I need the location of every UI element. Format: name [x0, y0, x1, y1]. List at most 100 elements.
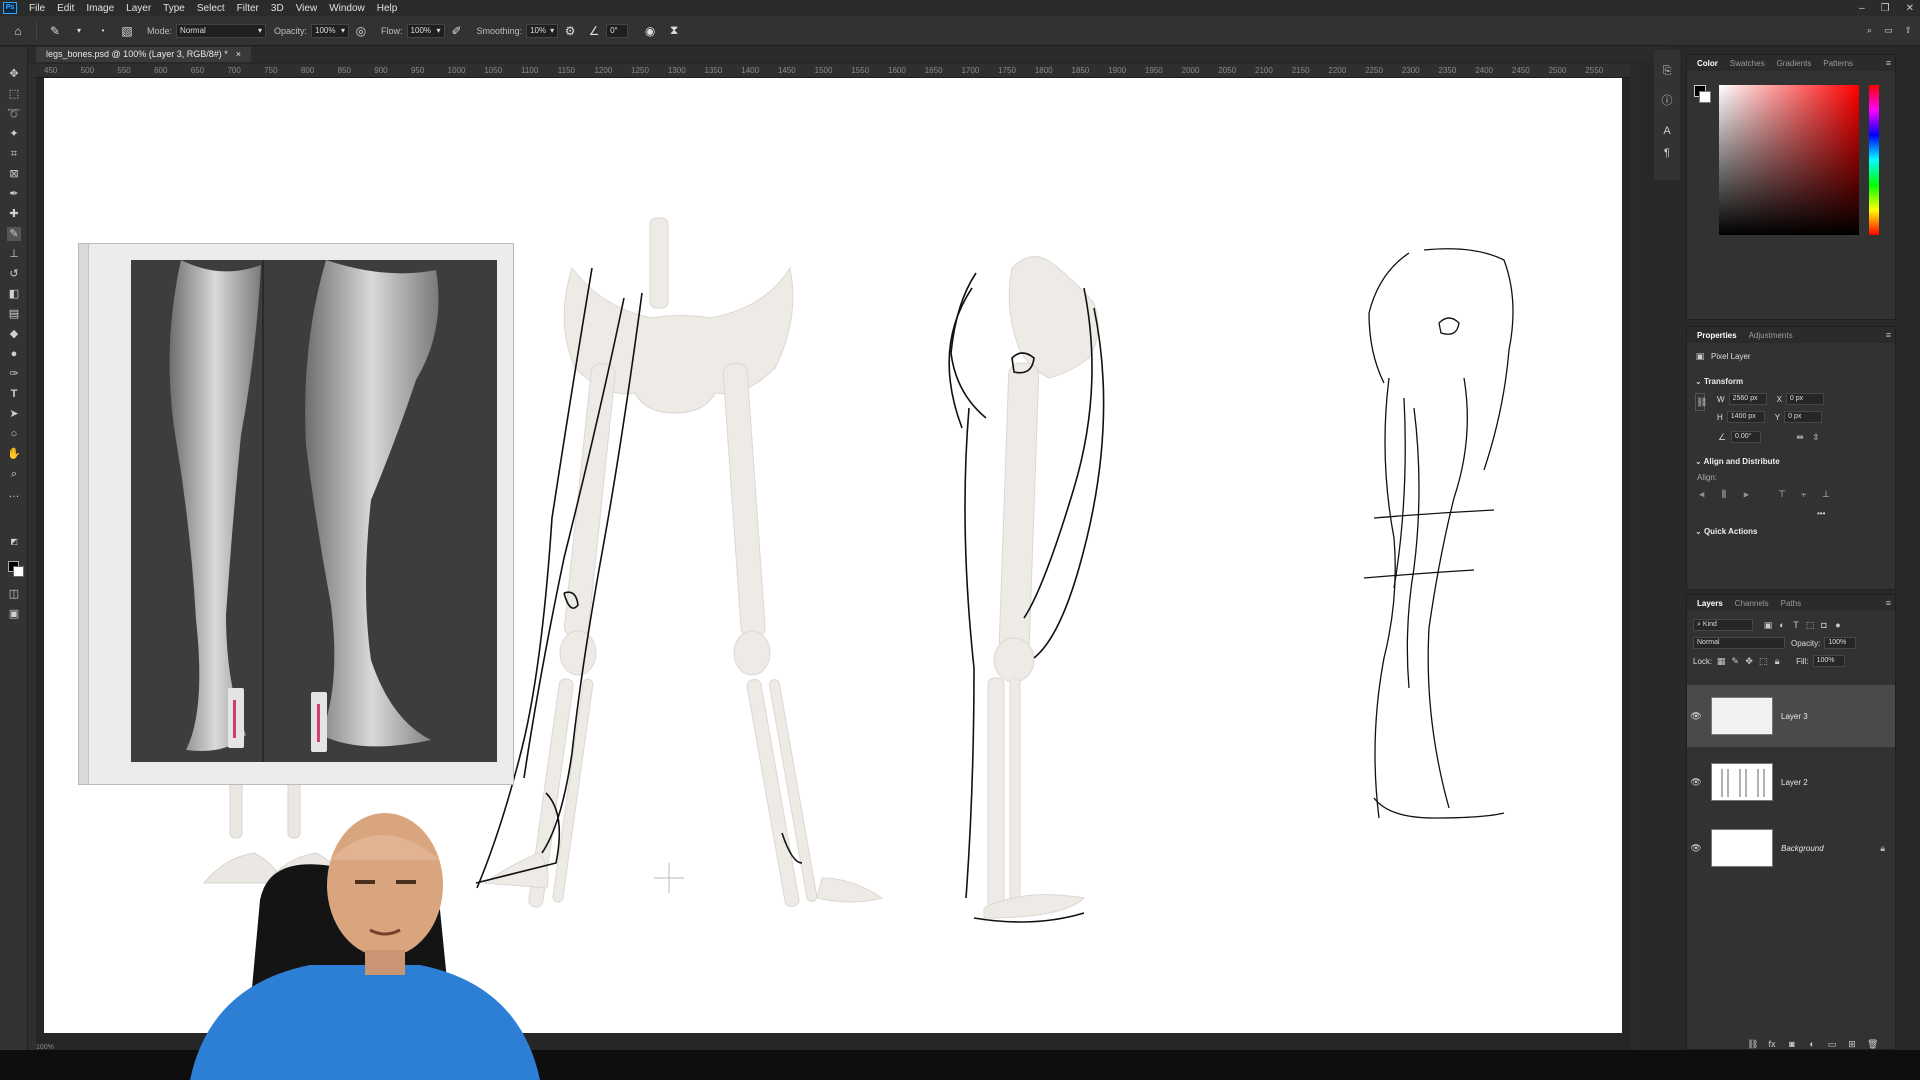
layer-name[interactable]: Layer 3: [1781, 712, 1808, 721]
panel-menu-icon[interactable]: ≡: [1886, 58, 1891, 68]
filter-shape-icon[interactable]: ⬚: [1805, 620, 1815, 630]
lock-all-icon[interactable]: 🔒︎: [1772, 656, 1782, 666]
brush-settings-icon[interactable]: ▧: [119, 23, 135, 39]
layer-opacity-field[interactable]: 100%: [1824, 637, 1857, 649]
document-tab[interactable]: legs_bones.psd @ 100% (Layer 3, RGB/8#) …: [36, 47, 252, 62]
stamp-tool-icon[interactable]: ⊥: [7, 247, 21, 261]
brush-icon[interactable]: ✎: [47, 23, 63, 39]
search-icon[interactable]: ⌕: [1867, 25, 1872, 36]
chevron-down-icon[interactable]: ▾: [71, 23, 87, 39]
minimize-icon[interactable]: –: [1859, 3, 1865, 14]
gear-icon[interactable]: ⚙: [562, 23, 578, 39]
brush-size-icon[interactable]: •: [95, 23, 111, 39]
symmetry-icon[interactable]: ⧗: [666, 23, 682, 39]
layer-name[interactable]: Layer 2: [1781, 778, 1808, 787]
layer-row[interactable]: 👁︎ Background 🔒︎: [1687, 817, 1895, 879]
menu-view[interactable]: View: [290, 3, 324, 14]
tab-adjustments[interactable]: Adjustments: [1743, 331, 1799, 340]
lock-artboard-icon[interactable]: ⬚: [1758, 656, 1768, 666]
filter-toggle-icon[interactable]: ●: [1833, 620, 1843, 630]
history-brush-tool-icon[interactable]: ↺: [7, 267, 21, 281]
tab-paths[interactable]: Paths: [1775, 599, 1807, 608]
lasso-tool-icon[interactable]: ➰: [7, 107, 21, 121]
flip-horizontal-icon[interactable]: ⇹: [1795, 432, 1805, 442]
color-background-swatch[interactable]: [1699, 91, 1711, 103]
background-color-swatch[interactable]: [13, 566, 24, 577]
pressure-opacity-icon[interactable]: ◎: [353, 23, 369, 39]
panel-menu-icon[interactable]: ≡: [1886, 330, 1891, 340]
tab-layers[interactable]: Layers: [1691, 599, 1729, 608]
more-tools-icon[interactable]: …: [7, 487, 21, 501]
angle-icon[interactable]: ∠: [586, 23, 602, 39]
eye-icon[interactable]: 👁︎: [1687, 843, 1705, 854]
menu-filter[interactable]: Filter: [231, 3, 265, 14]
tab-patterns[interactable]: Patterns: [1817, 59, 1859, 68]
mode-select[interactable]: Normal ▾: [176, 23, 267, 38]
blur-tool-icon[interactable]: ◆: [7, 327, 21, 341]
reference-image-window[interactable]: [78, 243, 514, 785]
adjustment-layer-icon[interactable]: ◐: [1807, 1039, 1817, 1049]
quick-mask-icon[interactable]: ◫: [7, 587, 21, 601]
new-layer-icon[interactable]: ⊞: [1847, 1039, 1857, 1049]
tab-properties[interactable]: Properties: [1691, 331, 1743, 340]
menu-select[interactable]: Select: [191, 3, 231, 14]
healing-brush-tool-icon[interactable]: ✚: [7, 207, 21, 221]
close-tab-icon[interactable]: ×: [236, 47, 241, 62]
menu-image[interactable]: Image: [80, 3, 120, 14]
eye-icon[interactable]: 👁︎: [1687, 711, 1705, 722]
align-top-icon[interactable]: ⊤: [1777, 489, 1787, 499]
screen-mode-icon[interactable]: ▣: [7, 607, 21, 621]
color-field[interactable]: [1719, 85, 1859, 235]
lock-position-icon[interactable]: ✥: [1744, 656, 1754, 666]
panel-menu-icon[interactable]: ≡: [1886, 598, 1891, 608]
eraser-tool-icon[interactable]: ◧: [7, 287, 21, 301]
pen-tool-icon[interactable]: ✑: [7, 367, 21, 381]
paragraph-panel-icon[interactable]: ¶: [1660, 146, 1674, 160]
tab-swatches[interactable]: Swatches: [1724, 59, 1771, 68]
home-icon[interactable]: ⌂: [10, 23, 26, 39]
menu-type[interactable]: Type: [157, 3, 191, 14]
align-right-icon[interactable]: ⫸: [1741, 489, 1751, 499]
menu-layer[interactable]: Layer: [120, 3, 157, 14]
menu-help[interactable]: Help: [371, 3, 404, 14]
close-icon[interactable]: ✕: [1906, 3, 1914, 14]
zoom-tool-icon[interactable]: ⌕: [7, 467, 21, 481]
y-field[interactable]: 0 px: [1784, 411, 1823, 423]
type-tool-icon[interactable]: T: [7, 387, 21, 401]
align-left-icon[interactable]: ⫷: [1697, 489, 1707, 499]
link-layers-icon[interactable]: ⛓: [1747, 1039, 1758, 1049]
filter-pixel-icon[interactable]: ▣: [1763, 620, 1773, 630]
eyedropper-tool-icon[interactable]: ✒: [7, 187, 21, 201]
new-group-icon[interactable]: ▭: [1827, 1039, 1837, 1049]
more-options-icon[interactable]: •••: [1817, 509, 1825, 518]
dodge-tool-icon[interactable]: ●: [7, 347, 21, 361]
filter-smart-object-icon[interactable]: ◘: [1819, 620, 1829, 630]
layer-row[interactable]: 👁︎ Layer 2: [1687, 751, 1895, 813]
brush-tool-icon[interactable]: ✎: [7, 227, 21, 241]
tab-gradients[interactable]: Gradients: [1771, 59, 1818, 68]
info-panel-icon[interactable]: ⓘ: [1660, 94, 1674, 108]
add-mask-icon[interactable]: ◙: [1787, 1039, 1797, 1049]
menu-edit[interactable]: Edit: [51, 3, 80, 14]
menu-file[interactable]: File: [23, 3, 51, 14]
hue-slider[interactable]: [1869, 85, 1879, 235]
tab-color[interactable]: Color: [1691, 59, 1724, 68]
crop-tool-icon[interactable]: ⌗: [7, 147, 21, 161]
layer-name[interactable]: Background: [1781, 844, 1824, 853]
height-field[interactable]: 1400 px: [1726, 411, 1765, 423]
fill-field[interactable]: 100%: [1812, 655, 1845, 667]
path-selection-tool-icon[interactable]: ➤: [7, 407, 21, 421]
vertical-scrollbar[interactable]: [1630, 64, 1638, 1050]
width-field[interactable]: 2560 px: [1728, 393, 1767, 405]
layer-style-icon[interactable]: fx: [1767, 1039, 1777, 1049]
lock-pixels-icon[interactable]: ✎: [1730, 656, 1740, 666]
restore-icon[interactable]: ❐: [1881, 3, 1890, 14]
x-field[interactable]: 0 px: [1785, 393, 1824, 405]
smoothing-field[interactable]: 10% ▾: [526, 23, 559, 38]
filter-adjustment-icon[interactable]: ◐: [1777, 620, 1787, 630]
marquee-tool-icon[interactable]: ⬚: [7, 87, 21, 101]
history-panel-icon[interactable]: ⎘: [1660, 64, 1674, 78]
menu-window[interactable]: Window: [323, 3, 371, 14]
blend-mode-select[interactable]: Normal: [1693, 637, 1785, 649]
eye-icon[interactable]: 👁︎: [1687, 777, 1705, 788]
